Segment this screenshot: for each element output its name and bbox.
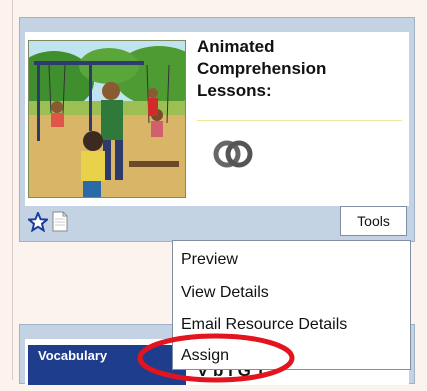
assign-highlight-ellipse <box>136 332 296 386</box>
vocabulary-thumbnail-label: Vocabulary <box>38 348 108 363</box>
menu-item-view-details[interactable]: View Details <box>181 284 269 302</box>
resource-thumbnail[interactable] <box>28 40 186 198</box>
resource-title[interactable]: Animated Comprehension Lessons: <box>197 36 397 102</box>
title-divider <box>197 120 402 121</box>
document-icon[interactable] <box>52 211 68 232</box>
resource-card: Animated Comprehension Lessons: Tools <box>19 17 415 242</box>
tools-button[interactable]: Tools <box>340 206 407 236</box>
favorite-star-icon[interactable] <box>26 210 50 233</box>
resource-title-line-2: Comprehension <box>197 59 327 78</box>
interlocking-rings-icon <box>213 137 253 171</box>
menu-item-preview[interactable]: Preview <box>181 251 238 269</box>
resource-card-body: Animated Comprehension Lessons: <box>25 32 409 206</box>
resource-title-line-3: Lessons: <box>197 81 272 100</box>
resource-title-line-1: Animated <box>197 37 275 56</box>
